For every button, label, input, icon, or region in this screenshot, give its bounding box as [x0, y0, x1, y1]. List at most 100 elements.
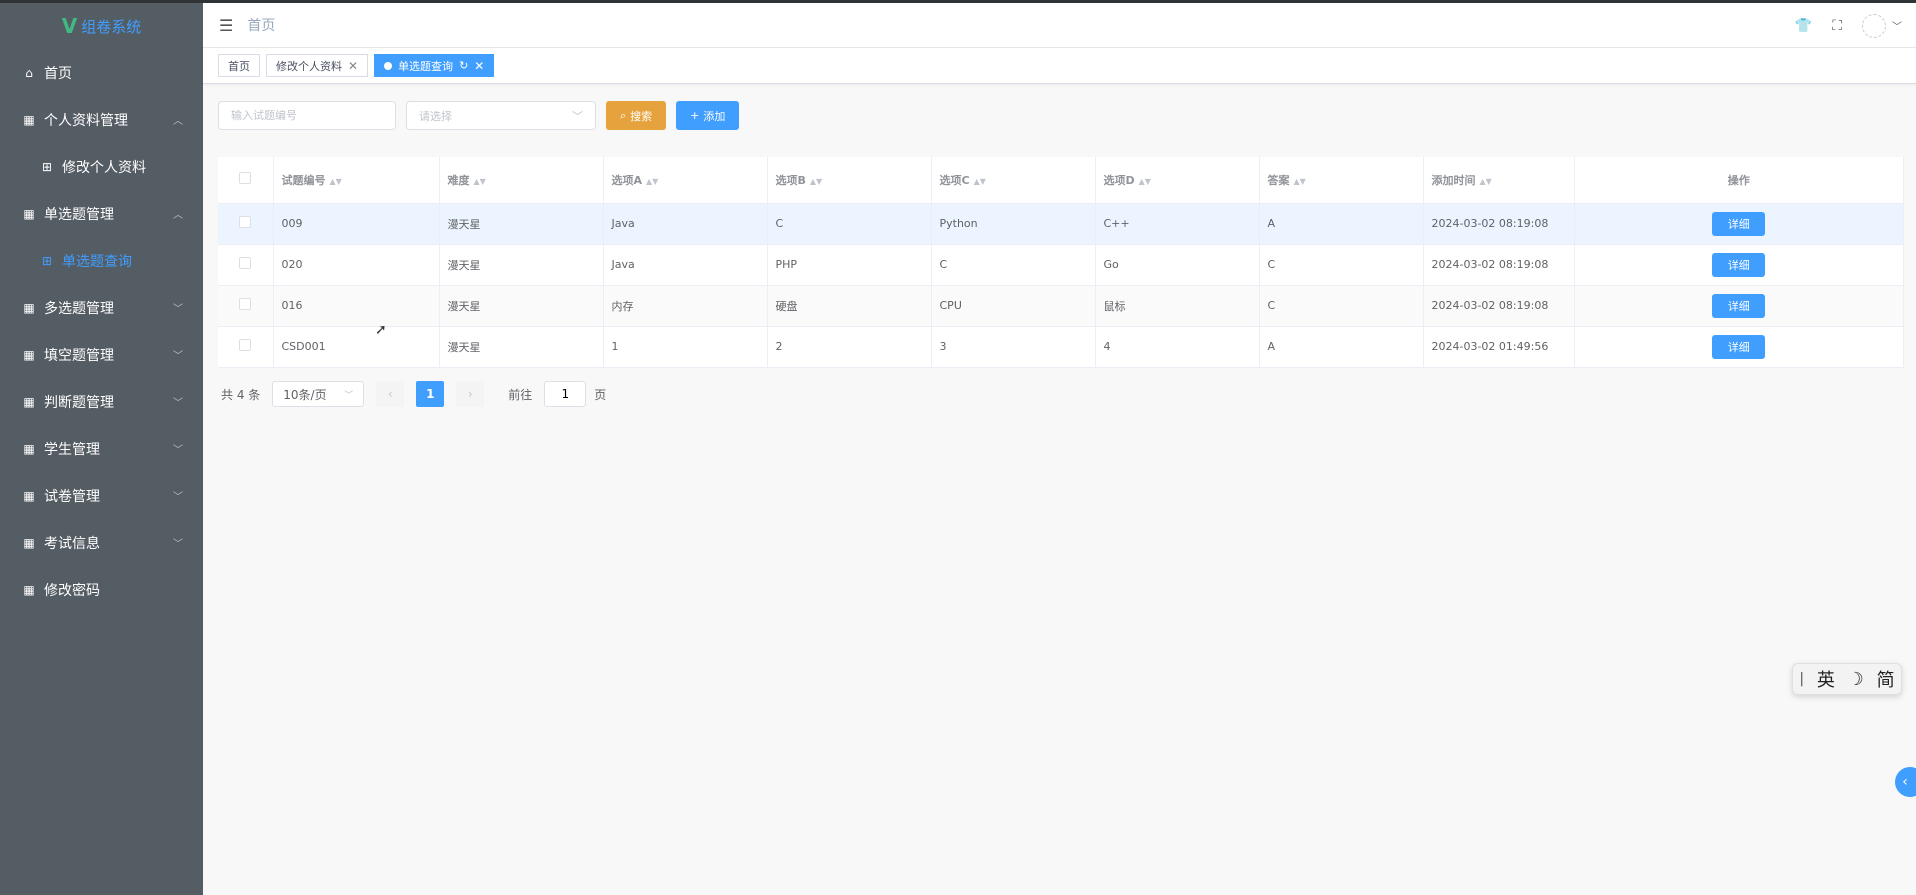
row-select-cell [218, 203, 274, 245]
column-header[interactable]: 选项B ▲▼ [767, 157, 932, 204]
prev-page-button[interactable]: ‹ [376, 381, 405, 407]
ime-language-toggle[interactable]: 英 [1817, 666, 1835, 692]
select-all-checkbox[interactable] [239, 172, 252, 185]
page-size-select[interactable]: 10条/页 ﹀ [272, 381, 365, 407]
grid-icon: ▦ [23, 535, 35, 550]
page-number-button[interactable]: 1 [416, 381, 445, 407]
table-cell: 鼠标 [1095, 285, 1260, 327]
fullscreen-icon[interactable]: ⛶ [1832, 18, 1842, 34]
table-row[interactable]: CSD001 漫天星 1 2 3 4 A 2024-03-02 01:49:56… [218, 326, 1904, 368]
logo-mark: V [61, 14, 78, 38]
sort-icon: ▲▼ [1479, 176, 1492, 186]
table-cell: 2024-03-02 08:19:08 [1423, 203, 1575, 245]
sidebar-item-change-password[interactable]: ▦ 修改密码 [0, 566, 203, 613]
row-checkbox[interactable] [239, 257, 252, 269]
row-checkbox[interactable] [239, 339, 252, 351]
chevron-down-icon[interactable]: ﹀ [1892, 18, 1902, 33]
add-button[interactable]: + 添加 [676, 101, 740, 130]
sidebar-item-exam-info[interactable]: ▦ 考试信息 ﹀ [0, 519, 203, 566]
sort-icon: ▲▼ [329, 176, 342, 186]
moon-icon[interactable]: ☽ [1848, 669, 1864, 690]
apps-icon: ⊞ [41, 159, 53, 174]
sidebar-item-profile-management[interactable]: ▦ 个人资料管理 ︿ [0, 96, 203, 143]
sidebar-item-single-choice-query[interactable]: ⊞ 单选题查询 [0, 237, 203, 284]
table-cell: 漫天星 [439, 285, 604, 327]
table-cell: 内存 [603, 285, 768, 327]
tags-view: 首页 修改个人资料 ✕ 单选题查询 ↻ ✕ [203, 48, 1916, 84]
column-header[interactable]: 难度 ▲▼ [439, 157, 604, 204]
sidebar-item-home[interactable]: ⌂ 首页 [0, 49, 203, 96]
grid-icon: ▦ [23, 582, 35, 597]
action-cell: 详细 [1574, 203, 1904, 245]
row-checkbox[interactable] [239, 298, 252, 310]
close-icon[interactable]: ✕ [474, 59, 484, 73]
table-row[interactable]: 016 漫天星 内存 硬盘 CPU 鼠标 C 2024-03-02 08:19:… [218, 285, 1904, 327]
question-id-search-input[interactable] [218, 101, 396, 130]
detail-button[interactable]: 详细 [1712, 334, 1766, 359]
tag-home[interactable]: 首页 [218, 54, 260, 77]
sidebar-item-label: 试卷管理 [44, 488, 100, 505]
table-cell: PHP [767, 244, 932, 286]
avatar[interactable] [1862, 13, 1886, 38]
tag-edit-profile[interactable]: 修改个人资料 ✕ [266, 54, 369, 77]
column-header[interactable]: 添加时间 ▲▼ [1423, 157, 1575, 204]
table-cell: 2024-03-02 08:19:08 [1423, 244, 1575, 286]
select-all-cell [218, 157, 274, 204]
column-header[interactable]: 选项D ▲▼ [1095, 157, 1260, 204]
sidebar-item-single-choice-management[interactable]: ▦ 单选题管理 ︿ [0, 190, 203, 237]
breadcrumb[interactable]: 首页 [247, 15, 275, 35]
table-cell: 020 [273, 244, 440, 286]
column-header[interactable]: 选项A ▲▼ [603, 157, 768, 204]
next-page-button[interactable]: › [456, 381, 485, 407]
column-header[interactable]: 选项C ▲▼ [931, 157, 1096, 204]
goto-page-input[interactable] [544, 381, 587, 407]
sidebar-item-true-false-management[interactable]: ▦ 判断题管理 ﹀ [0, 378, 203, 425]
action-cell: 详细 [1574, 326, 1904, 368]
detail-button[interactable]: 详细 [1712, 211, 1766, 236]
row-checkbox[interactable] [239, 216, 252, 228]
tag-single-choice-query[interactable]: 单选题查询 ↻ ✕ [374, 54, 495, 77]
sidebar-item-label: 判断题管理 [44, 394, 114, 411]
difficulty-select[interactable]: 请选择 ﹀ [406, 101, 596, 130]
search-toolbar: 请选择 ﹀ ⌕ 搜索 + 添加 [218, 101, 740, 130]
detail-button[interactable]: 详细 [1712, 293, 1766, 318]
sidebar-item-paper-management[interactable]: ▦ 试卷管理 ﹀ [0, 472, 203, 519]
detail-button[interactable]: 详细 [1712, 252, 1766, 277]
sort-icon: ▲▼ [809, 176, 823, 186]
table-cell: Java [603, 244, 768, 286]
chevron-down-icon: ﹀ [173, 445, 183, 456]
app-title: 组卷系统 [81, 17, 142, 36]
search-button[interactable]: ⌕ 搜索 [606, 101, 667, 130]
column-header[interactable]: 答案 ▲▼ [1259, 157, 1424, 204]
sidebar-item-edit-profile[interactable]: ⊞ 修改个人资料 [0, 143, 203, 190]
column-header: 操作 [1574, 157, 1904, 204]
table-cell: 漫天星 [439, 244, 604, 286]
mouse-cursor-icon: ➚ [375, 322, 387, 338]
sidebar-item-fill-blank-management[interactable]: ▦ 填空题管理 ﹀ [0, 331, 203, 378]
search-icon: ⌕ [620, 108, 627, 122]
select-placeholder: 请选择 [419, 109, 452, 123]
grid-icon: ▦ [23, 206, 35, 221]
table-cell: 硬盘 [767, 285, 932, 327]
tag-label: 修改个人资料 [276, 59, 342, 73]
hamburger-icon[interactable]: ☰ [219, 16, 233, 35]
sidebar-item-label: 学生管理 [44, 441, 100, 458]
tag-label: 单选题查询 [398, 59, 454, 73]
theme-shirt-icon[interactable]: 👕 [1795, 18, 1812, 34]
ime-drag-handle[interactable]: | [1799, 671, 1804, 687]
table-cell: 3 [931, 326, 1096, 368]
apps-icon: ⊞ [41, 253, 53, 268]
home-icon: ⌂ [25, 65, 33, 80]
table-cell: Python [931, 203, 1096, 245]
sidebar-item-multi-choice-management[interactable]: ▦ 多选题管理 ﹀ [0, 284, 203, 331]
sidebar-item-student-management[interactable]: ▦ 学生管理 ﹀ [0, 425, 203, 472]
table-cell: Go [1095, 244, 1260, 286]
table-row[interactable]: 009 漫天星 Java C Python C++ A 2024-03-02 0… [218, 203, 1904, 245]
refresh-icon[interactable]: ↻ [459, 59, 468, 72]
table-row[interactable]: 020 漫天星 Java PHP C Go C 2024-03-02 08:19… [218, 244, 1904, 286]
column-header[interactable]: 试题编号 ▲▼ [273, 157, 440, 204]
grid-icon: ▦ [23, 394, 35, 409]
ime-toolbar: | 英 ☽ 简 [1792, 663, 1902, 695]
ime-mode-toggle[interactable]: 简 [1877, 666, 1895, 692]
close-icon[interactable]: ✕ [348, 59, 358, 73]
